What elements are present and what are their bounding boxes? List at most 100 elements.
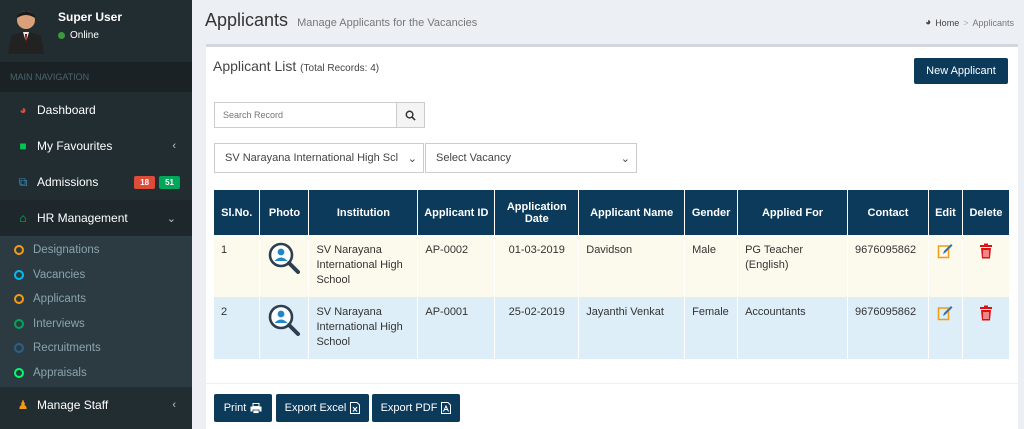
- cell-name: Jayanthi Venkat: [578, 297, 686, 359]
- admissions-icon: ⧉: [18, 174, 28, 189]
- sidebar-item-manage-staff[interactable]: ♟ Manage Staff ‹: [0, 387, 192, 423]
- users-icon: ♟: [17, 398, 29, 412]
- institution-select[interactable]: SV Narayana International High Scl ⌄: [214, 143, 424, 173]
- edit-icon[interactable]: [937, 243, 953, 259]
- submenu-label: Appraisals: [33, 366, 87, 379]
- cell-slno: 2: [214, 297, 261, 359]
- submenu-item-interviews[interactable]: Interviews: [0, 312, 192, 337]
- user-search-icon: [269, 242, 301, 274]
- breadcrumb-home[interactable]: Home: [935, 18, 959, 28]
- col-application-date: Application Date: [494, 190, 580, 235]
- print-icon: [250, 402, 262, 414]
- submenu-item-recruitments[interactable]: Recruitments: [0, 336, 192, 361]
- dashboard-icon: ◕: [19, 103, 27, 117]
- chevron-down-icon: ⌄: [166, 212, 176, 225]
- col-slno: Sl.No.: [214, 190, 261, 235]
- sidebar-item-admissions[interactable]: ⧉ Admissions 18 51: [0, 164, 192, 200]
- nav-header: MAIN NAVIGATION: [0, 62, 192, 92]
- page-title: Applicants Manage Applicants for the Vac…: [205, 10, 477, 31]
- online-dot-icon: [58, 32, 65, 39]
- vacancy-select[interactable]: Select Vacancy ⌄: [425, 143, 637, 173]
- print-button[interactable]: Print: [214, 394, 272, 422]
- chevron-down-icon: ⌄: [620, 152, 630, 165]
- cell-delete: [962, 235, 1011, 297]
- export-excel-button[interactable]: Export Excel: [276, 394, 369, 422]
- page-title-text: Applicants: [205, 10, 289, 30]
- edit-icon[interactable]: [937, 305, 953, 321]
- cell-gender: Female: [684, 297, 739, 359]
- cell-applied-for: PG Teacher (English): [737, 235, 848, 297]
- excel-file-icon: [350, 402, 361, 414]
- breadcrumb: ◕ Home > Applicants: [925, 17, 1014, 28]
- admissions-badges: 18 51: [134, 175, 180, 189]
- submenu-item-vacancies[interactable]: Vacancies: [0, 263, 192, 288]
- new-applicant-button[interactable]: New Applicant: [914, 58, 1008, 84]
- col-edit: Edit: [928, 190, 963, 235]
- user-panel: Super User Online: [0, 0, 192, 62]
- submenu-label: Vacancies: [33, 268, 86, 281]
- institution-icon: ⌂: [19, 211, 27, 225]
- submenu-item-applicants[interactable]: Applicants: [0, 287, 192, 312]
- box-footer-divider: [206, 383, 1018, 384]
- pdf-file-icon: [441, 402, 452, 414]
- submenu-label: Interviews: [33, 317, 85, 330]
- user-name: Super User: [58, 10, 123, 24]
- cell-applicant-id: AP-0001: [417, 297, 496, 359]
- cell-delete: [962, 297, 1011, 359]
- submenu-item-appraisals[interactable]: Appraisals: [0, 361, 192, 386]
- sidebar-item-dashboard[interactable]: ◕ Dashboard: [0, 92, 192, 128]
- col-applicant-id: Applicant ID: [417, 190, 496, 235]
- cell-gender: Male: [684, 235, 739, 297]
- submenu-label: Designations: [33, 244, 100, 257]
- search-box: [214, 102, 425, 128]
- export-pdf-button[interactable]: Export PDF: [372, 394, 460, 422]
- chevron-down-icon: ⌄: [407, 152, 417, 165]
- col-contact: Contact: [847, 190, 929, 235]
- main-content: Applicants Manage Applicants for the Vac…: [192, 0, 1024, 429]
- cell-slno: 1: [214, 235, 261, 297]
- circle-icon: [14, 245, 24, 256]
- breadcrumb-separator: >: [963, 17, 969, 28]
- export-excel-label: Export Excel: [284, 402, 347, 414]
- page-subtitle: Manage Applicants for the Vacancies: [297, 17, 478, 29]
- table-header-row: Sl.No. Photo Institution Applicant ID Ap…: [214, 190, 1011, 235]
- badge-green: 51: [159, 175, 180, 189]
- col-applicant-name: Applicant Name: [578, 190, 686, 235]
- sidebar-item-favourites[interactable]: ■ My Favourites ‹: [0, 128, 192, 164]
- cell-institution: SV Narayana International High School: [308, 297, 419, 359]
- user-search-icon: [269, 304, 301, 336]
- col-gender: Gender: [684, 190, 739, 235]
- export-pdf-label: Export PDF: [380, 402, 438, 414]
- circle-icon: [14, 318, 24, 329]
- cell-photo[interactable]: [259, 235, 310, 297]
- badge-red: 18: [134, 175, 156, 189]
- cell-date: 01-03-2019: [494, 235, 580, 297]
- box-title: Applicant List (Total Records: 4): [213, 58, 379, 74]
- cell-applicant-id: AP-0002: [417, 235, 496, 297]
- institution-select-value: SV Narayana International High Scl: [225, 152, 399, 164]
- search-button[interactable]: [396, 103, 424, 127]
- total-records: (Total Records: 4): [300, 63, 380, 74]
- print-label: Print: [223, 402, 247, 414]
- box-title-text: Applicant List: [213, 58, 297, 74]
- dashboard-icon: ◕: [925, 17, 932, 28]
- user-status-text: Online: [70, 30, 99, 41]
- cell-date: 25-02-2019: [494, 297, 580, 359]
- shopping-bag-icon: ■: [19, 139, 27, 153]
- submenu-item-designations[interactable]: Designations: [0, 238, 192, 263]
- cell-contact: 9676095862: [847, 235, 929, 297]
- cell-photo[interactable]: [259, 297, 310, 359]
- trash-icon[interactable]: [979, 243, 993, 259]
- hr-submenu: Designations Vacancies Applicants Interv…: [0, 236, 192, 387]
- submenu-label: Recruitments: [33, 342, 101, 355]
- sidebar-item-hr-management[interactable]: ⌂ HR Management ⌄: [0, 200, 192, 236]
- chevron-left-icon: ‹: [172, 399, 176, 411]
- search-input[interactable]: [215, 103, 396, 127]
- cell-applied-for: Accountants: [737, 297, 848, 359]
- trash-icon[interactable]: [979, 305, 993, 321]
- col-institution: Institution: [308, 190, 419, 235]
- cell-name: Davidson: [578, 235, 686, 297]
- circle-icon: [14, 269, 24, 280]
- sidebar: Super User Online MAIN NAVIGATION ◕ Dash…: [0, 0, 192, 429]
- sidebar-item-label: HR Management: [37, 211, 128, 225]
